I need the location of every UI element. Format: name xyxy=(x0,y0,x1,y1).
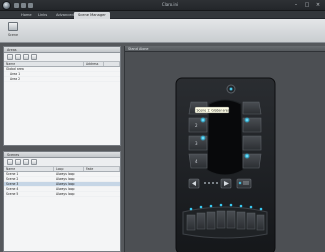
tab-home[interactable]: Home xyxy=(17,12,36,19)
workspace: Areas Name Address Global area Area 1 Ar… xyxy=(0,43,325,252)
indicator-led xyxy=(200,117,206,123)
dimmer-led xyxy=(239,204,243,208)
scene-ribbon-label: Scene xyxy=(7,33,19,37)
area-name: Global area xyxy=(6,67,24,71)
dimmer-segment[interactable] xyxy=(246,212,256,230)
scene-fade xyxy=(84,187,120,191)
column-header-fade[interactable]: Fade xyxy=(84,167,120,171)
add-area-icon[interactable] xyxy=(7,54,13,60)
add-scene-icon[interactable] xyxy=(7,159,13,165)
scene-fade xyxy=(84,172,120,176)
scene-ribbon-button[interactable]: Scene xyxy=(3,21,23,40)
area-name: Area 1 xyxy=(10,72,21,76)
edit-scene-icon[interactable] xyxy=(23,159,29,165)
step-dot xyxy=(204,182,206,184)
delete-scene-icon[interactable] xyxy=(15,159,21,165)
dimmer-segment[interactable] xyxy=(236,211,246,230)
column-header-extra[interactable] xyxy=(104,62,120,66)
scene-fade xyxy=(84,182,120,186)
step-dot xyxy=(212,182,214,184)
scene-icon xyxy=(8,22,18,31)
window-title: Claro.ini xyxy=(161,2,179,7)
dimmer-segment[interactable] xyxy=(216,210,226,229)
scenes-panel: Scenes Name Loop Fade Scene 1 Always loo… xyxy=(3,151,121,252)
scene-loop: Always loop xyxy=(56,172,75,176)
dimmer-led xyxy=(249,205,253,209)
save-icon[interactable] xyxy=(14,3,19,8)
dimmer-segment[interactable] xyxy=(226,210,236,229)
scenes-toolbar xyxy=(4,158,120,167)
properties-icon[interactable] xyxy=(31,54,37,60)
area-address xyxy=(84,67,104,71)
area-address xyxy=(84,72,104,76)
scene-key-right-3[interactable] xyxy=(242,135,262,151)
tab-scene-manager[interactable]: Scene Manager xyxy=(74,12,110,19)
dimmer-led xyxy=(209,204,213,208)
column-header-loop[interactable]: Loop xyxy=(54,167,84,171)
scene-loop: Always loop xyxy=(56,182,75,186)
indicator-led xyxy=(244,117,250,123)
minimize-icon[interactable]: – xyxy=(292,2,300,8)
scene-fade xyxy=(84,177,120,181)
scene-key-left-4[interactable] xyxy=(188,153,208,169)
dimmer-led xyxy=(189,207,193,211)
column-header-name[interactable]: Name xyxy=(4,167,54,171)
maximize-icon[interactable]: □ xyxy=(303,2,311,8)
title-bar: Claro.ini – □ × xyxy=(0,0,325,11)
scene-name: Scene 5 xyxy=(6,192,19,196)
lighting-controller: 1 2 3 4 Scene 1: Global area xyxy=(175,77,276,252)
edit-area-icon[interactable] xyxy=(23,54,29,60)
app-menu-button[interactable] xyxy=(2,1,11,10)
tab-links[interactable]: Links xyxy=(34,12,51,19)
dimmer-segment[interactable] xyxy=(186,214,196,231)
quick-access-toolbar xyxy=(14,3,33,8)
table-row[interactable]: Scene 5 Always loop xyxy=(4,192,120,197)
close-icon[interactable]: × xyxy=(314,2,322,8)
window-controls: – □ × xyxy=(292,2,322,8)
scene-name: Scene 3 xyxy=(6,182,19,186)
column-header-address[interactable]: Address xyxy=(84,62,104,66)
indicator-led xyxy=(200,135,206,141)
scene-tooltip: Scene 1: Global area xyxy=(197,108,230,112)
area-address xyxy=(84,77,104,81)
scene-name: Scene 1 xyxy=(6,172,19,176)
areas-panel: Areas Name Address Global area Area 1 Ar… xyxy=(3,46,121,146)
dimmer-led xyxy=(219,203,223,207)
scene-key-right-1[interactable] xyxy=(242,101,262,115)
undo-icon[interactable] xyxy=(21,3,26,8)
scene-name: Scene 4 xyxy=(6,187,19,191)
dimmer-segment[interactable] xyxy=(206,211,216,230)
table-row[interactable]: Area 2 xyxy=(4,77,120,82)
scene-loop: Always loop xyxy=(56,177,75,181)
speed-led xyxy=(238,181,242,185)
areas-toolbar xyxy=(4,53,120,62)
ribbon-tabs: Home Links Advanced Scene Manager xyxy=(0,11,325,19)
ribbon: Scene xyxy=(0,19,325,43)
step-dot xyxy=(208,182,210,184)
scene-loop: Always loop xyxy=(56,187,75,191)
area-name: Area 2 xyxy=(10,77,21,81)
indicator-led xyxy=(244,153,250,159)
dimmer-led xyxy=(229,203,233,207)
stand-alone-panel: Stand Alone 2 3 4 Scene 1: Global area xyxy=(124,46,325,252)
dimmer-led xyxy=(259,207,263,211)
step-dot xyxy=(216,182,218,184)
scene-fade xyxy=(84,192,120,196)
dimmer-segment[interactable] xyxy=(256,214,265,231)
dimmer-led xyxy=(199,205,203,209)
scene-name: Scene 2 xyxy=(6,177,19,181)
redo-icon[interactable] xyxy=(28,3,33,8)
scene-loop: Always loop xyxy=(56,192,75,196)
column-header-name[interactable]: Name xyxy=(4,62,84,66)
power-led xyxy=(229,87,233,91)
delete-area-icon[interactable] xyxy=(15,54,21,60)
dimmer-segment[interactable] xyxy=(196,212,206,230)
play-scene-icon[interactable] xyxy=(31,159,37,165)
